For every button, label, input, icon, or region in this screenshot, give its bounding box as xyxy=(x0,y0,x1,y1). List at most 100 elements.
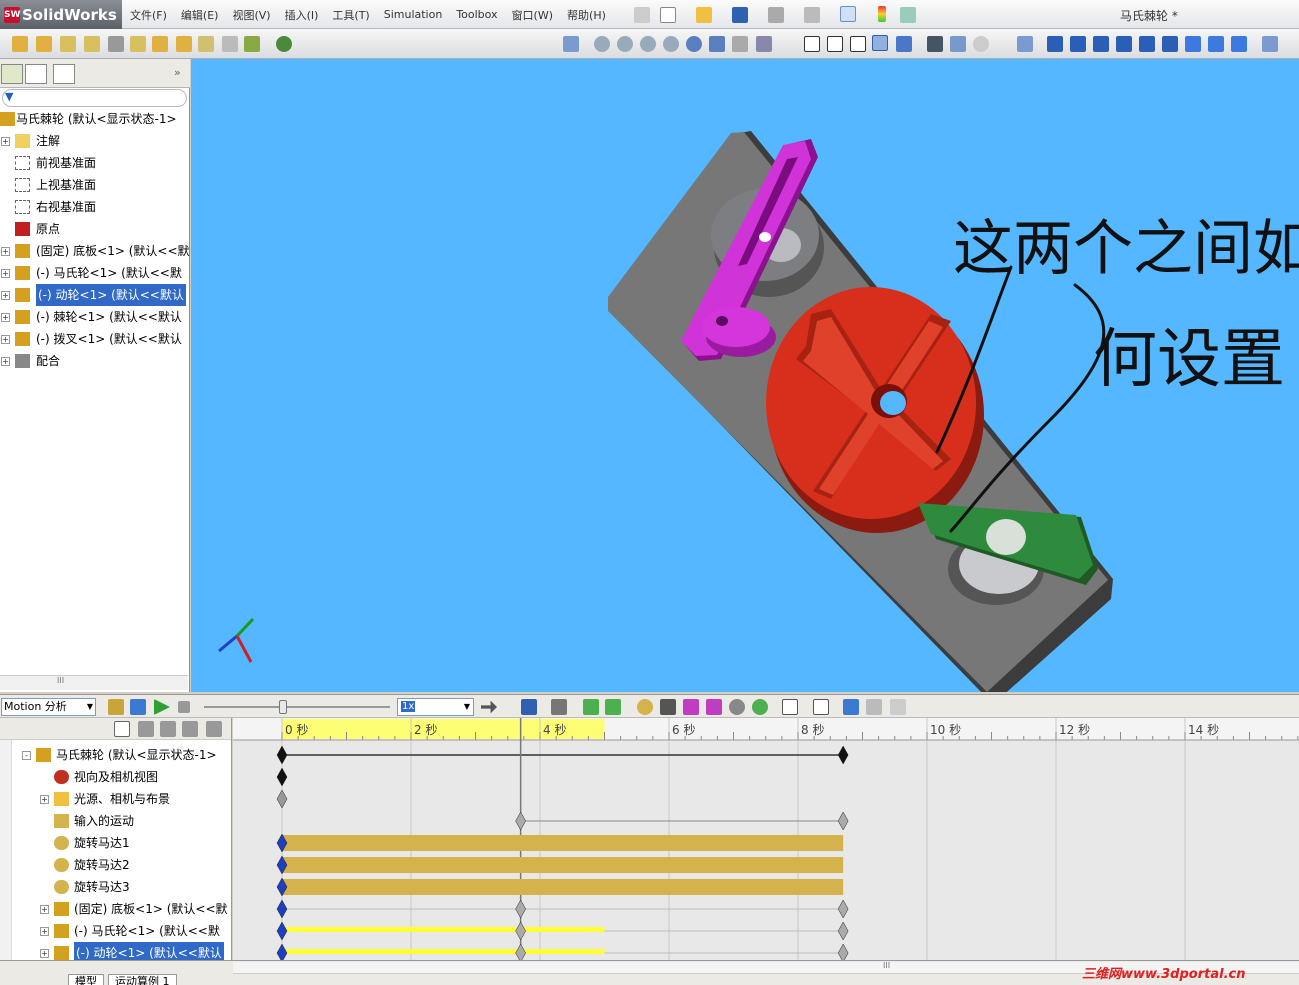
keyframe-diamond[interactable] xyxy=(276,943,288,960)
expand-toggle-icon[interactable]: + xyxy=(1,137,10,146)
study-type-select[interactable]: Motion 分析 ▼ xyxy=(1,698,96,716)
keyframe-diamond[interactable] xyxy=(837,943,849,960)
tree-item[interactable]: 上视基准面 xyxy=(0,174,190,196)
graphics-viewport[interactable]: 这两个之间如 何设置 xyxy=(191,59,1299,692)
tree-item[interactable]: 原点 xyxy=(0,218,190,240)
3d-view-icon[interactable] xyxy=(732,36,748,52)
motion-copy-icon[interactable] xyxy=(866,699,882,715)
zoom-area-icon[interactable] xyxy=(617,36,633,52)
tree-item[interactable]: + (固定) 底板<1> (默认<<默 xyxy=(0,240,190,262)
tree-item[interactable]: + (-) 马氏轮<1> (默认<<默 xyxy=(0,262,190,284)
pin-icon[interactable] xyxy=(634,7,650,23)
tree-item[interactable]: 前视基准面 xyxy=(0,152,190,174)
normal-to-icon[interactable] xyxy=(1017,36,1033,52)
results-plot-icon[interactable] xyxy=(782,699,798,715)
filter-driving-icon[interactable] xyxy=(138,721,154,737)
spring-icon[interactable] xyxy=(660,699,676,715)
damper-icon[interactable] xyxy=(683,699,699,715)
collapse-tree-icon[interactable] xyxy=(206,721,222,737)
feature-manager-tab-icon[interactable] xyxy=(1,64,23,84)
bottom-view-icon[interactable] xyxy=(1162,36,1178,52)
zoom-fit-icon[interactable] xyxy=(594,36,610,52)
wireframe-icon[interactable] xyxy=(804,36,820,52)
filter-results-icon[interactable] xyxy=(182,721,198,737)
play-icon[interactable] xyxy=(154,699,170,715)
expand-toggle-icon[interactable]: + xyxy=(40,795,49,804)
save-animation-icon[interactable] xyxy=(521,699,537,715)
keyframe-diamond[interactable] xyxy=(515,921,526,941)
motion-tree-item[interactable]: 旋转马达3 xyxy=(0,876,231,898)
filter-icon[interactable]: ▼ xyxy=(5,90,13,103)
assembly-tool-icon[interactable] xyxy=(12,36,28,52)
right-view-icon[interactable] xyxy=(1116,36,1132,52)
expand-toggle-icon[interactable]: + xyxy=(1,291,10,300)
animation-wizard-icon[interactable] xyxy=(551,699,567,715)
motion-tree-item[interactable]: 旋转马达1 xyxy=(0,832,231,854)
left-view-icon[interactable] xyxy=(1093,36,1109,52)
expand-toggle-icon[interactable]: + xyxy=(1,313,10,322)
play-from-start-icon[interactable] xyxy=(130,699,146,715)
keyframe-diamond[interactable] xyxy=(837,811,849,831)
tree-filter-input[interactable]: ▼ xyxy=(2,89,187,107)
tree-item[interactable]: + (-) 棘轮<1> (默认<<默认 xyxy=(0,306,190,328)
pattern-icon[interactable] xyxy=(152,36,168,52)
tree-item[interactable]: + 注解 xyxy=(0,130,190,152)
pan-icon[interactable] xyxy=(709,36,725,52)
simulation-setup-icon[interactable] xyxy=(843,699,859,715)
add-key-icon[interactable] xyxy=(605,699,621,715)
motor-icon[interactable] xyxy=(637,699,653,715)
component-tool-icon[interactable] xyxy=(36,36,52,52)
dimetric-view-icon[interactable] xyxy=(1231,36,1247,52)
force-icon[interactable] xyxy=(706,699,722,715)
motion-tree-item[interactable]: + (-) 马氏轮<1> (默认<<默 xyxy=(0,920,231,942)
motion-tree-item[interactable]: 旋转马达2 xyxy=(0,854,231,876)
shadows-icon[interactable] xyxy=(927,36,943,52)
new-document-icon[interactable] xyxy=(660,7,676,23)
keyframe-diamond[interactable] xyxy=(276,921,288,941)
contact-icon[interactable] xyxy=(729,699,745,715)
keyframe-diamond[interactable] xyxy=(276,789,288,809)
mate-tool-icon[interactable] xyxy=(60,36,76,52)
expand-toggle-icon[interactable]: + xyxy=(1,269,10,278)
stop-icon[interactable] xyxy=(178,701,190,713)
ambient-occlusion-icon[interactable] xyxy=(973,36,989,52)
menu-toolbox[interactable]: Toolbox xyxy=(456,8,497,21)
expand-toggle-icon[interactable]: + xyxy=(1,335,10,344)
motor-duration-bar[interactable] xyxy=(282,857,844,873)
playback-speed-select[interactable]: 1x ▼ xyxy=(397,698,474,716)
playback-slider-thumb[interactable] xyxy=(279,700,287,714)
hidden-lines-removed-icon[interactable] xyxy=(850,36,866,52)
realview-icon[interactable] xyxy=(950,36,966,52)
reference-geometry-icon[interactable] xyxy=(198,36,214,52)
playback-mode-icon[interactable] xyxy=(481,700,497,714)
tree-item[interactable]: 马氏棘轮 (默认<显示状态-1> xyxy=(0,108,190,130)
select-arrow-icon[interactable] xyxy=(840,6,856,22)
undo-icon[interactable] xyxy=(804,7,820,23)
expand-toggle-icon[interactable]: - xyxy=(22,751,31,760)
tree-horizontal-scrollbar[interactable]: III xyxy=(0,675,188,690)
configuration-manager-tab-icon[interactable] xyxy=(53,64,75,84)
bill-of-materials-icon[interactable] xyxy=(222,36,238,52)
motion-timeline[interactable]: 0 秒 2 秒 4 秒 6 秒 8 秒 10 秒 12 秒 14 秒 xyxy=(233,718,1299,960)
zoom-in-out-icon[interactable] xyxy=(640,36,656,52)
assembly-features-icon[interactable] xyxy=(176,36,192,52)
study-properties-icon[interactable] xyxy=(813,699,829,715)
smart-fastener-icon[interactable] xyxy=(108,36,124,52)
gravity-icon[interactable] xyxy=(752,699,768,715)
standard-views-icon[interactable] xyxy=(756,36,772,52)
rotate-icon[interactable] xyxy=(686,36,702,52)
menu-view[interactable]: 视图(V) xyxy=(232,7,270,23)
open-folder-icon[interactable] xyxy=(696,7,712,23)
menu-simulation[interactable]: Simulation xyxy=(384,8,443,21)
motor-duration-bar[interactable] xyxy=(282,835,844,851)
menu-file[interactable]: 文件(F) xyxy=(130,7,167,23)
collapse-panel-icon[interactable]: » xyxy=(174,66,181,79)
save-icon[interactable] xyxy=(732,7,748,23)
appearance-icon[interactable] xyxy=(276,36,292,52)
tree-item[interactable]: + (-) 拨叉<1> (默认<<默认 xyxy=(0,328,190,350)
trimetric-view-icon[interactable] xyxy=(1208,36,1224,52)
filter-animated-icon[interactable] xyxy=(114,721,130,737)
explode-icon[interactable] xyxy=(130,36,146,52)
expand-toggle-icon[interactable]: + xyxy=(1,247,10,256)
tree-item[interactable]: + (-) 动轮<1> (默认<<默认 xyxy=(0,284,190,306)
